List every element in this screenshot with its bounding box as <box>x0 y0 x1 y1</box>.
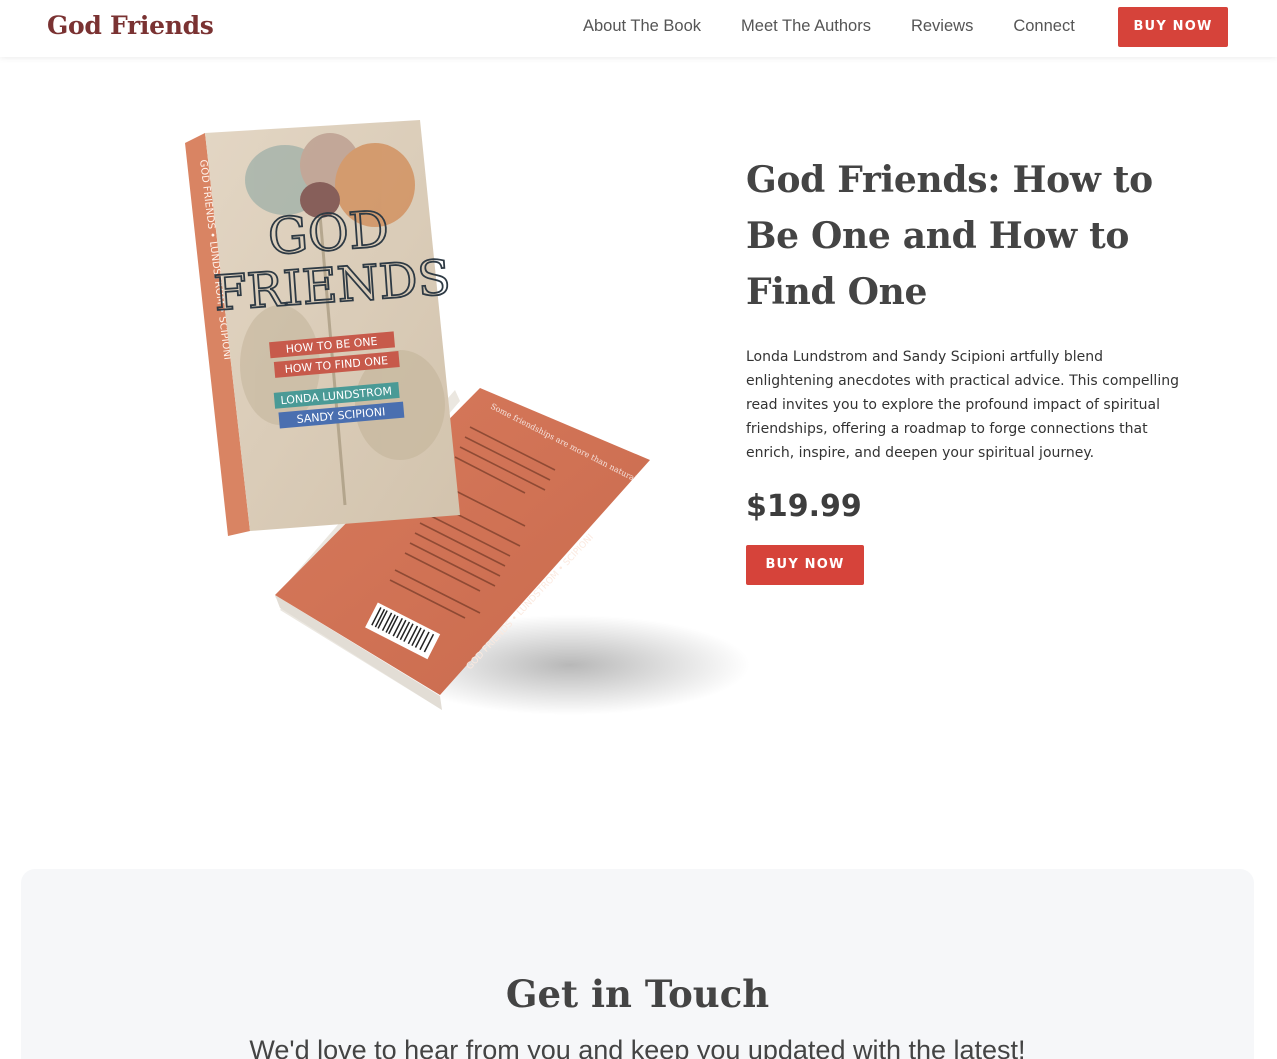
header-buy-now-button[interactable]: BUY NOW <box>1118 7 1228 47</box>
product-description: Londa Lundstrom and Sandy Scipioni artfu… <box>746 349 1179 461</box>
site-header: God Friends About The Book Meet The Auth… <box>0 0 1277 57</box>
product-price: $19.99 <box>746 489 862 524</box>
nav-about-the-book[interactable]: About The Book <box>583 17 701 36</box>
nav-reviews[interactable]: Reviews <box>911 17 973 36</box>
product-title: God Friends: How to Be One and How to Fi… <box>746 159 1153 313</box>
contact-subtitle: We'd love to hear from you and keep you … <box>249 1035 1026 1059</box>
main-nav: About The Book Meet The Authors Reviews … <box>583 17 1115 36</box>
nav-connect[interactable]: Connect <box>1013 17 1074 36</box>
contact-section: Get in Touch We'd love to hear from you … <box>21 869 1254 1059</box>
contact-title: Get in Touch <box>505 972 770 1016</box>
site-logo[interactable]: God Friends <box>47 11 214 40</box>
buy-now-button[interactable]: BUY NOW <box>746 545 864 585</box>
book-cover-image: Some friendships are more than natural; … <box>185 120 750 715</box>
nav-meet-the-authors[interactable]: Meet The Authors <box>741 17 871 36</box>
